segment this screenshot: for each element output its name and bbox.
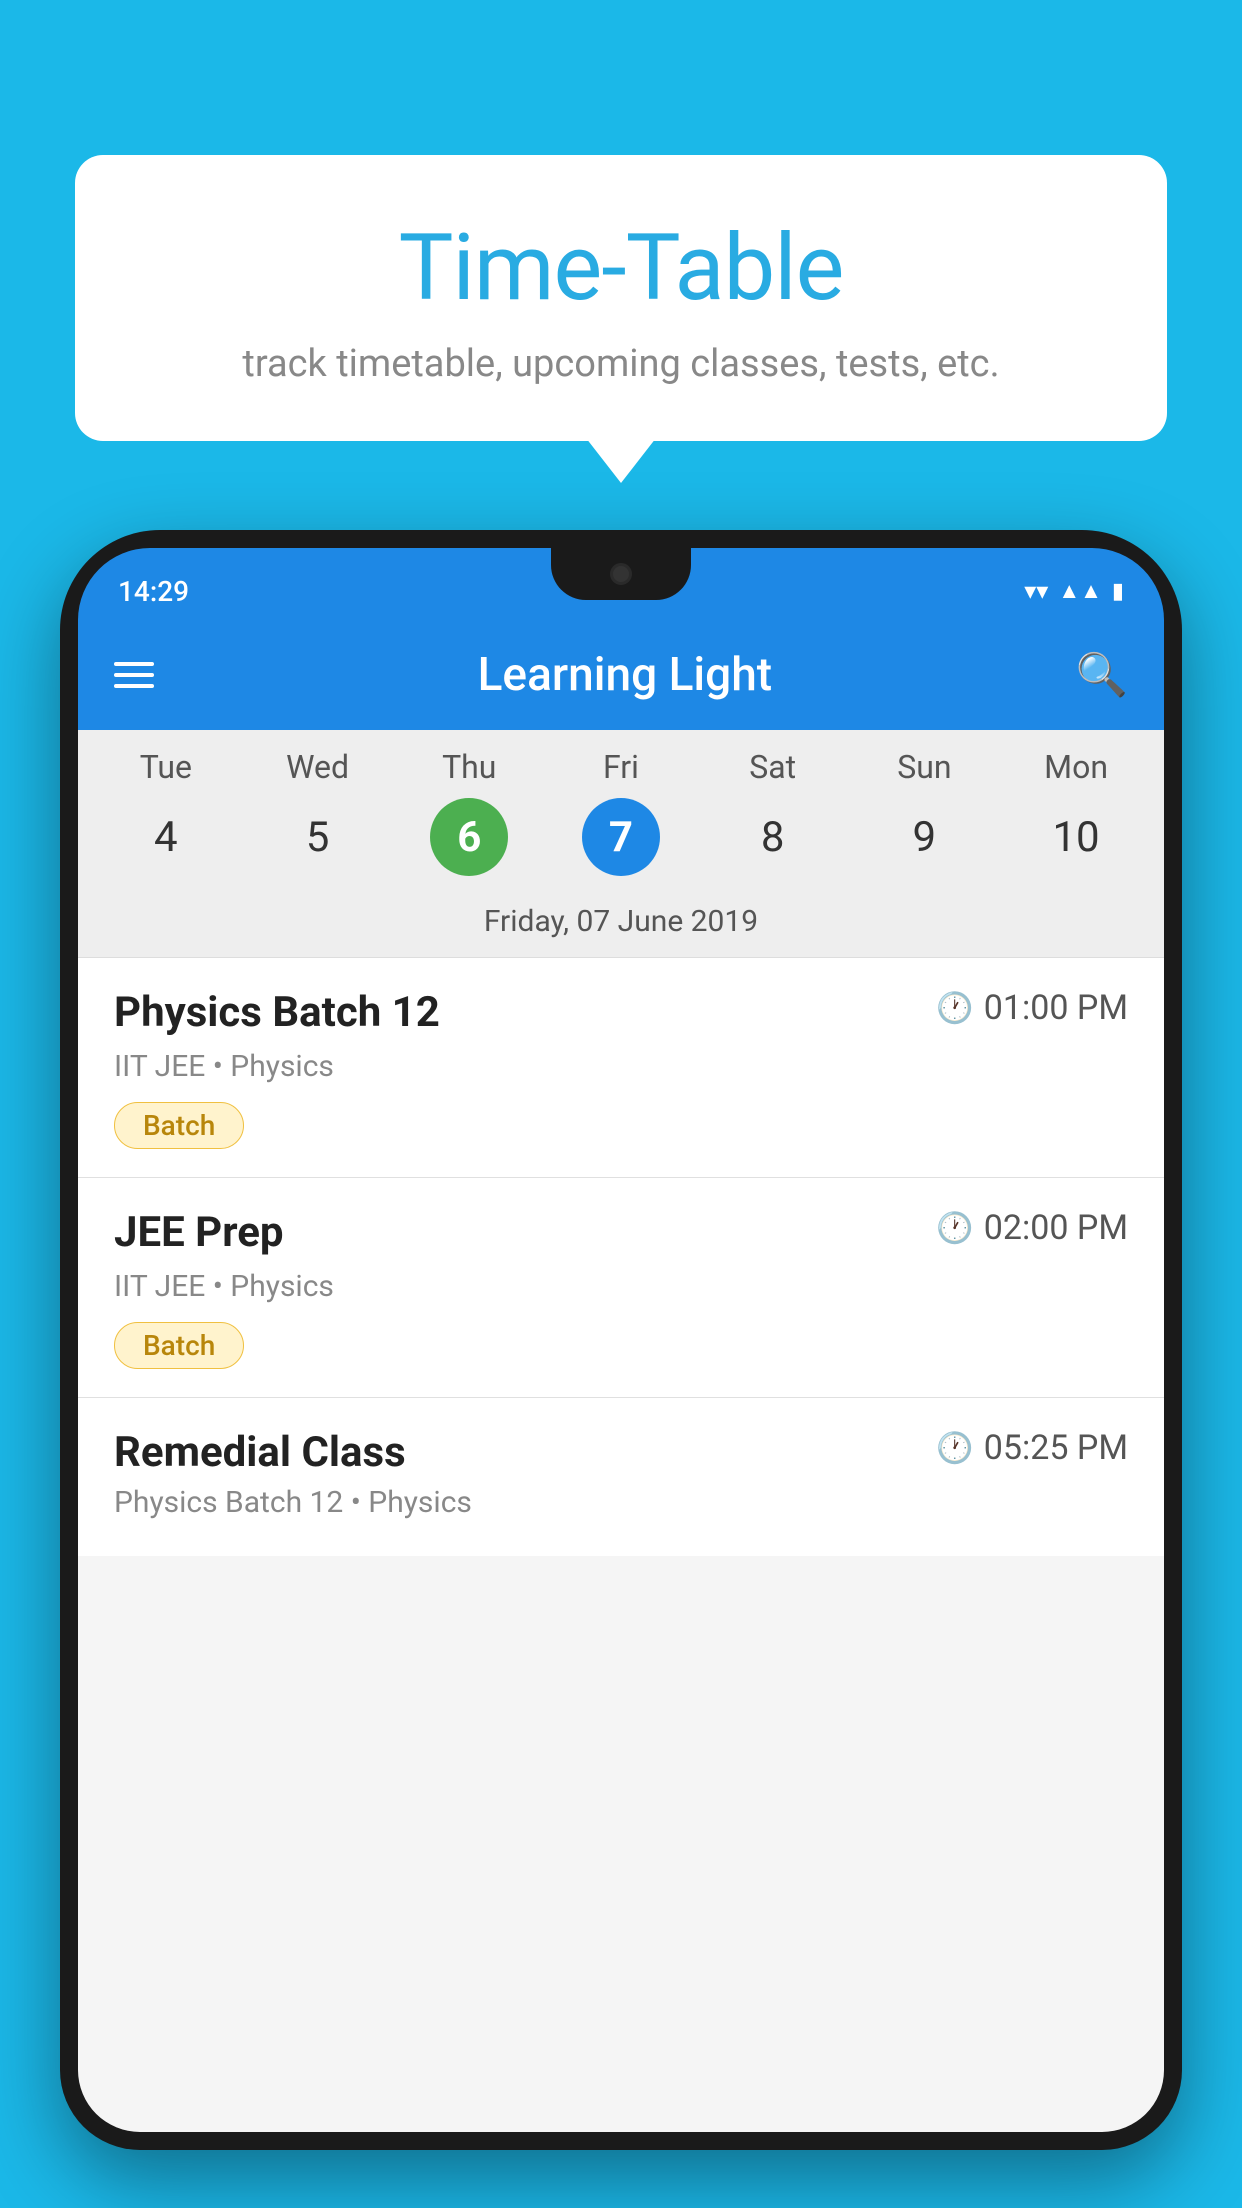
phone-notch	[551, 548, 691, 600]
class-time-text: 05:25 PM	[984, 1428, 1128, 1468]
class-item[interactable]: JEE Prep 🕐 02:00 PM IIT JEE • Physics Batch	[78, 1178, 1164, 1398]
class-item-header: JEE Prep 🕐 02:00 PM	[114, 1208, 1128, 1257]
calendar-day-mon[interactable]: Mon 10	[1037, 748, 1115, 892]
day-number-label: 5	[279, 798, 357, 876]
app-header: Learning Light 🔍	[78, 620, 1164, 730]
hamburger-line-3	[114, 684, 154, 688]
class-name: JEE Prep	[114, 1208, 284, 1257]
wifi-icon: ▾▾	[1024, 577, 1048, 605]
day-number-label: 8	[734, 798, 812, 876]
hamburger-menu-button[interactable]	[114, 662, 154, 688]
day-number-label: 4	[127, 798, 205, 876]
class-item-header: Physics Batch 12 🕐 01:00 PM	[114, 988, 1128, 1037]
calendar-day-wed[interactable]: Wed 5	[279, 748, 357, 892]
day-name-label: Wed	[286, 748, 349, 786]
phone-frame: 14:29 ▾▾ ▲▲ ▮ Learning Light 🔍	[60, 530, 1182, 2208]
clock-icon: 🕐	[936, 991, 973, 1026]
class-item-header: Remedial Class 🕐 05:25 PM	[114, 1428, 1128, 1477]
day-number-label: 9	[885, 798, 963, 876]
calendar-day-thu[interactable]: Thu 6	[430, 748, 508, 892]
class-subtitle: IIT JEE • Physics	[114, 1049, 1128, 1084]
class-item[interactable]: Remedial Class 🕐 05:25 PM Physics Batch 12 …	[78, 1398, 1164, 1556]
day-number-label: 6	[430, 798, 508, 876]
batch-badge: Batch	[114, 1322, 244, 1369]
speech-bubble-section: Time-Table track timetable, upcoming cla…	[75, 155, 1167, 441]
day-number-label: 10	[1037, 798, 1115, 876]
calendar-selected-date: Friday, 07 June 2019	[78, 892, 1164, 958]
class-subtitle: IIT JEE • Physics	[114, 1269, 1128, 1304]
calendar-day-sat[interactable]: Sat 8	[734, 748, 812, 892]
class-item[interactable]: Physics Batch 12 🕐 01:00 PM IIT JEE • Physi…	[78, 958, 1164, 1178]
calendar-days-row: Tue 4 Wed 5 Thu 6 Fri 7 Sat 8 Sun 9 Mon 10	[78, 748, 1164, 892]
class-time-text: 01:00 PM	[984, 988, 1128, 1028]
day-name-label: Fri	[603, 748, 639, 786]
speech-bubble-subtitle: track timetable, upcoming classes, tests…	[155, 342, 1087, 386]
class-name: Physics Batch 12	[114, 988, 440, 1037]
speech-bubble-title: Time-Table	[155, 215, 1087, 322]
day-name-label: Mon	[1044, 748, 1108, 786]
phone-screen: Learning Light 🔍 Tue 4 Wed 5 Thu 6 Fri 7 Sat 8 Sun…	[78, 620, 1164, 2132]
signal-icon: ▲▲	[1058, 578, 1102, 604]
calendar-day-sun[interactable]: Sun 9	[885, 748, 963, 892]
app-title: Learning Light	[174, 648, 1076, 702]
class-time: 🕐 02:00 PM	[936, 1208, 1128, 1248]
class-time: 🕐 05:25 PM	[936, 1428, 1128, 1468]
hamburger-line-2	[114, 673, 154, 677]
clock-icon: 🕐	[936, 1211, 973, 1246]
phone-outer: 14:29 ▾▾ ▲▲ ▮ Learning Light 🔍	[60, 530, 1182, 2150]
batch-badge: Batch	[114, 1102, 244, 1149]
day-name-label: Sun	[897, 748, 951, 786]
calendar-strip: Tue 4 Wed 5 Thu 6 Fri 7 Sat 8 Sun 9 Mon 10 Friday, 07…	[78, 730, 1164, 958]
class-time-text: 02:00 PM	[984, 1208, 1128, 1248]
calendar-day-tue[interactable]: Tue 4	[127, 748, 205, 892]
hamburger-line-1	[114, 662, 154, 666]
battery-icon: ▮	[1112, 579, 1124, 604]
search-button[interactable]: 🔍	[1076, 651, 1128, 700]
day-name-label: Tue	[140, 748, 192, 786]
clock-icon: 🕐	[936, 1431, 973, 1466]
phone-camera	[610, 563, 632, 585]
classes-list: Physics Batch 12 🕐 01:00 PM IIT JEE • Physi…	[78, 958, 1164, 1556]
status-time: 14:29	[118, 575, 189, 608]
class-name: Remedial Class	[114, 1428, 406, 1477]
day-name-label: Thu	[442, 748, 496, 786]
class-subtitle: Physics Batch 12 • Physics	[114, 1485, 1128, 1520]
class-time: 🕐 01:00 PM	[936, 988, 1128, 1028]
day-name-label: Sat	[749, 748, 796, 786]
status-icons: ▾▾ ▲▲ ▮	[1024, 577, 1124, 605]
day-number-label: 7	[582, 798, 660, 876]
speech-bubble-card: Time-Table track timetable, upcoming cla…	[75, 155, 1167, 441]
calendar-day-fri[interactable]: Fri 7	[582, 748, 660, 892]
